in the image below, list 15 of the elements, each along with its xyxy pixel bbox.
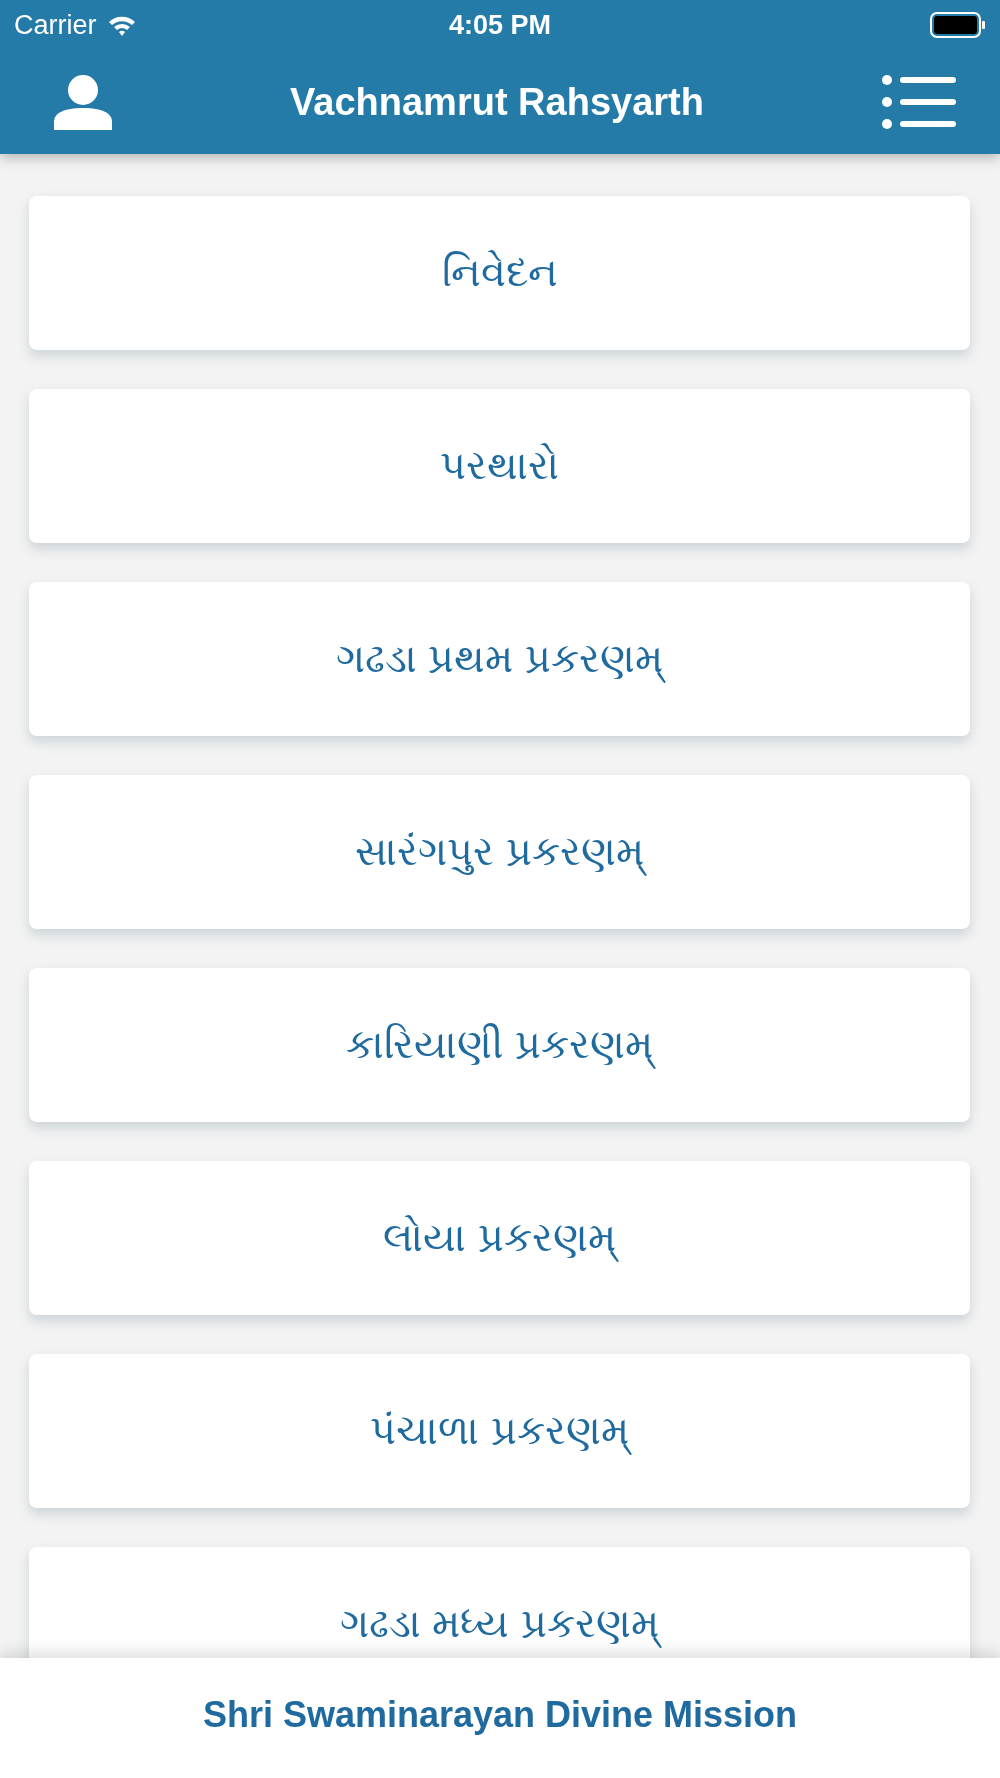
- section-card[interactable]: પરથારો: [29, 389, 970, 543]
- app-title: Vachnamrut Rahsyarth: [290, 80, 704, 124]
- carrier-label: Carrier: [14, 9, 97, 41]
- section-card[interactable]: ગઢડા મધ્ય પ્રકરણમ્: [29, 1547, 970, 1658]
- section-card[interactable]: લોયા પ્રકરણમ્: [29, 1161, 970, 1315]
- battery-icon: [930, 12, 986, 38]
- clock-time: 4:05 PM: [448, 9, 551, 40]
- section-card[interactable]: કારિયાણી પ્રકરણમ્: [29, 968, 970, 1122]
- section-card[interactable]: ગઢડા પ્રથમ પ્રકરણમ્: [29, 582, 970, 736]
- footer-text: Shri Swaminarayan Divine Mission: [202, 1694, 798, 1736]
- user-icon[interactable]: [54, 74, 112, 130]
- section-card[interactable]: સારંગપુર પ્રકરણમ્: [29, 775, 970, 929]
- menu-icon[interactable]: [882, 75, 956, 129]
- section-card[interactable]: નિવેદન: [29, 196, 970, 350]
- section-card[interactable]: પંચાળા પ્રકરણમ્: [29, 1354, 970, 1508]
